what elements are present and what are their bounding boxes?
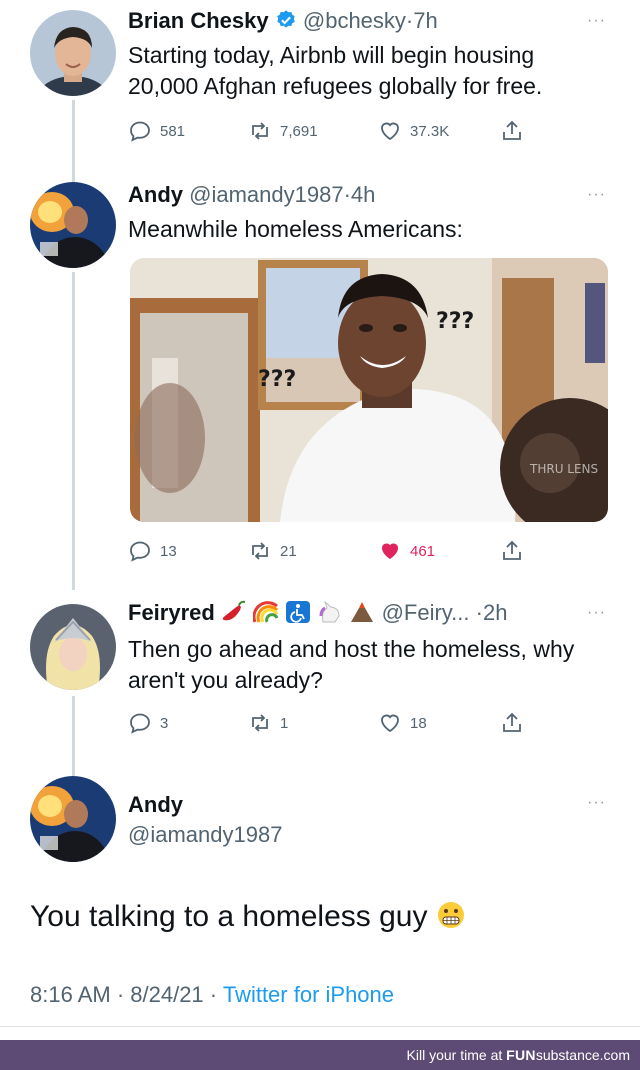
reply-count: 581 <box>160 122 186 140</box>
author-handle[interactable]: @iamandy1987 <box>189 182 343 207</box>
reply-count: 3 <box>160 714 169 732</box>
tweet-source-link[interactable]: Twitter for iPhone <box>223 982 394 1007</box>
author-handle[interactable]: @Feiry... <box>382 600 470 625</box>
footer-banner: Kill your time at FUNsubstance.com <box>0 1040 640 1070</box>
author-name[interactable]: Andy <box>128 792 183 817</box>
tweet-text-block: You talking to a homeless guy <box>30 900 466 938</box>
more-icon[interactable]: ··· <box>587 794 606 812</box>
avatar[interactable] <box>30 182 116 268</box>
share-icon <box>503 120 521 140</box>
heart-icon <box>381 714 399 733</box>
like-count: 18 <box>410 714 427 732</box>
retweet-count: 1 <box>280 714 289 732</box>
author-name[interactable]: Andy <box>128 182 183 207</box>
author-handle-block: @iamandy1987 <box>128 822 282 848</box>
retweet-button[interactable]: 21 <box>248 536 297 566</box>
more-icon[interactable]: ··· <box>587 12 606 30</box>
avatar[interactable] <box>30 604 116 690</box>
like-button[interactable]: 461 <box>378 536 435 566</box>
like-count: 461 <box>410 542 436 560</box>
meme-caption-left: ??? <box>258 367 296 392</box>
reply-button[interactable]: 3 <box>128 708 168 738</box>
footer-text[interactable]: Kill your time at FUNsubstance.com <box>407 1047 630 1063</box>
like-button[interactable]: 18 <box>378 708 427 738</box>
author-name[interactable]: Brian Chesky <box>128 8 269 33</box>
rainbow-icon <box>252 600 279 630</box>
heart-icon <box>381 122 399 141</box>
footer-brand-rest: substance.com <box>535 1047 630 1063</box>
share-button[interactable] <box>500 536 524 566</box>
retweet-button[interactable]: 7,691 <box>248 116 318 146</box>
verified-badge-icon <box>275 9 297 37</box>
tweet-header: Andy @iamandy1987·4h <box>128 182 375 208</box>
footer-brand-bold: FUN <box>506 1047 536 1063</box>
share-icon <box>503 712 521 732</box>
chili-pepper-icon <box>221 600 247 630</box>
tweet-actions: 3 1 18 <box>128 708 548 738</box>
retweet-icon <box>252 122 268 140</box>
wheelchair-icon <box>285 600 311 630</box>
retweet-count: 21 <box>280 542 297 560</box>
tweet-header: Feiryred @Feiry... ·2h <box>128 600 507 630</box>
reply-count: 13 <box>160 542 177 560</box>
share-button[interactable] <box>500 708 524 738</box>
tweet-time[interactable]: 7h <box>413 8 437 33</box>
author-handle[interactable]: @iamandy1987 <box>128 822 282 847</box>
retweet-button[interactable]: 1 <box>248 708 288 738</box>
tweet-text: Then go ahead and host the homeless, why… <box>128 636 575 693</box>
more-icon[interactable]: ··· <box>587 186 606 204</box>
tweet-time[interactable]: 2h <box>483 600 507 625</box>
avatar[interactable] <box>30 776 116 862</box>
tweet-text: You talking to a homeless guy <box>30 900 428 933</box>
more-icon[interactable]: ··· <box>587 604 606 622</box>
reply-icon <box>130 713 150 734</box>
meme-caption-right: ??? <box>436 309 474 334</box>
footer-prefix: Kill your time at <box>406 1047 507 1063</box>
tweet-feiryred[interactable]: Feiryred @Feiry... ·2h ··· Then go ahead… <box>0 580 640 770</box>
author-handle[interactable]: @bchesky <box>303 8 406 33</box>
retweet-icon <box>252 542 268 560</box>
tweet-actions: 581 7,691 37.3K <box>128 116 548 146</box>
separator: · <box>475 600 483 625</box>
retweet-count: 7,691 <box>280 122 318 140</box>
author-name-block: Andy <box>128 792 183 818</box>
retweet-icon <box>252 714 268 732</box>
tweet-media-image[interactable]: ??? ??? THRU LENS <box>130 258 608 522</box>
author-name[interactable]: Feiryred <box>128 600 215 625</box>
tweet-actions: 13 21 461 <box>128 536 548 566</box>
heart-filled-icon <box>382 543 398 559</box>
grimacing-face-icon <box>436 900 466 938</box>
share-button[interactable] <box>500 116 524 146</box>
divider <box>0 1026 640 1027</box>
meme-watermark: THRU LENS <box>529 462 598 476</box>
focused-tweet[interactable]: Andy @iamandy1987 ··· You talking to a h… <box>0 770 640 1032</box>
volcano-icon <box>349 600 375 630</box>
like-button[interactable]: 37.3K <box>378 116 449 146</box>
tweet-timestamp-row: 8:16 AM · 8/24/21 · Twitter for iPhone <box>30 982 394 1008</box>
like-count: 37.3K <box>410 122 450 140</box>
separator: · <box>343 182 351 207</box>
tweet-header: Brian Chesky @bchesky·7h <box>128 8 438 37</box>
reply-icon <box>130 121 150 142</box>
tweet-time[interactable]: 4h <box>351 182 375 207</box>
unicorn-icon <box>317 600 343 630</box>
reply-button[interactable]: 581 <box>128 116 185 146</box>
share-icon <box>503 540 521 560</box>
reply-button[interactable]: 13 <box>128 536 177 566</box>
tweet-brian-chesky[interactable]: Brian Chesky @bchesky·7h ··· Starting to… <box>0 0 640 170</box>
tweet-text: Starting today, Airbnb will begin housin… <box>128 42 543 99</box>
tweet-text: Meanwhile homeless Americans: <box>128 216 463 242</box>
tweet-timestamp[interactable]: 8:16 AM · 8/24/21 · <box>30 982 223 1007</box>
reply-icon <box>130 541 150 562</box>
avatar[interactable] <box>30 10 116 96</box>
